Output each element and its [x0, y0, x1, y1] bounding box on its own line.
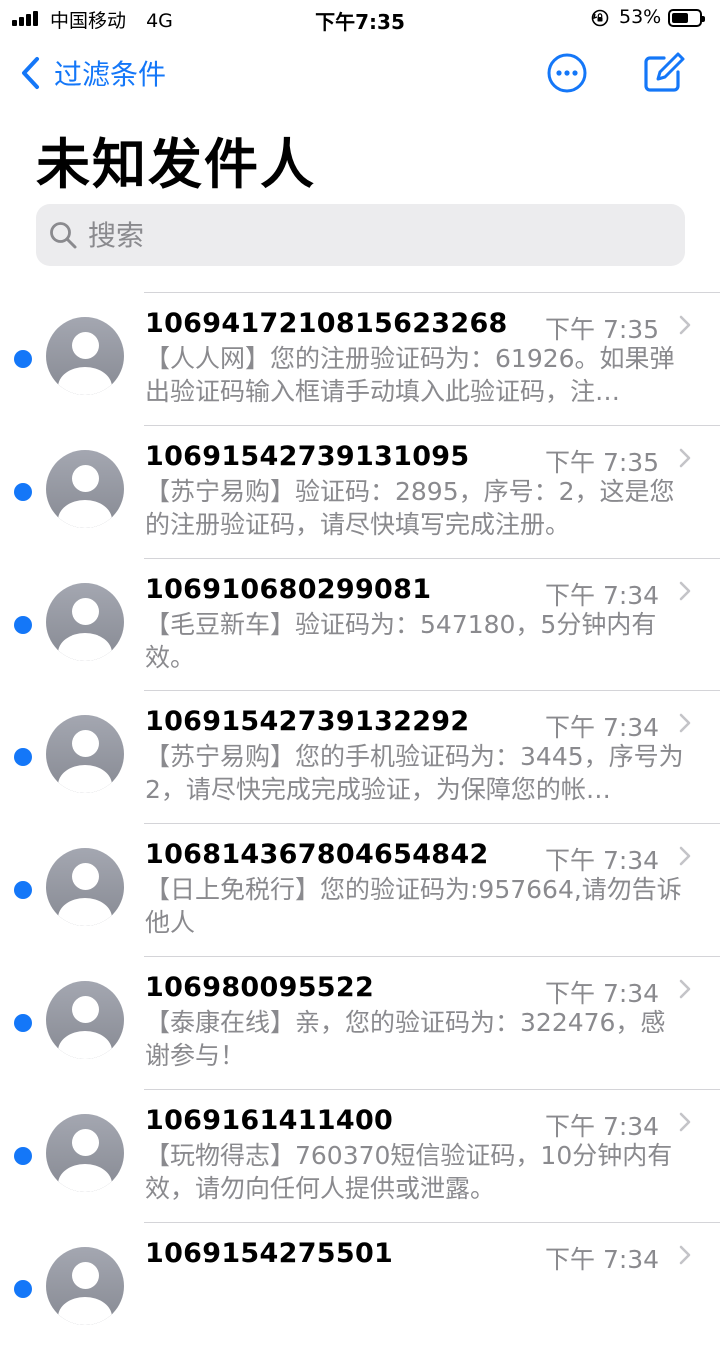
message-preview: 【泰康在线】亲，您的验证码为：322476，感谢参与！ — [145, 1007, 666, 1070]
message-sender: 106814367804654842 — [145, 839, 489, 871]
chevron-right-icon — [679, 979, 691, 999]
message-row[interactable]: 1069161411400 下午 7:34 【玩物得志】760370短信验证码，… — [0, 1088, 720, 1222]
more-options-icon[interactable] — [546, 52, 588, 94]
message-sender: 10691542739131095 — [145, 440, 470, 472]
contact-avatar-icon — [46, 317, 124, 395]
message-sender: 1069154275501 — [145, 1237, 394, 1269]
message-time: 下午 7:34 — [545, 713, 660, 743]
message-preview: 【毛豆新车】验证码为：547180，5分钟内有效。 — [145, 609, 657, 672]
message-preview: 【日上免税行】您的验证码为:957664,请勿告诉他人 — [145, 875, 682, 938]
back-button-label: 过滤条件 — [54, 58, 167, 91]
message-preview: 【人人网】您的注册验证码为：61926。如果弹出验证码输入框请手动填入此验证码，… — [145, 344, 675, 406]
orientation-lock-icon — [591, 9, 609, 27]
message-row[interactable]: 1069417210815623268 下午 7:35 【人人网】您的注册验证码… — [0, 292, 720, 425]
contact-avatar-icon — [46, 1113, 124, 1192]
unread-indicator-icon — [14, 1279, 32, 1298]
message-sender: 10691542739132292 — [145, 706, 470, 738]
chevron-right-icon — [679, 1112, 691, 1132]
status-bar: 中国移动 4G 下午7:35 53% — [0, 0, 720, 40]
search-bar[interactable] — [36, 204, 685, 266]
chevron-right-icon — [679, 448, 691, 468]
message-time: 下午 7:34 — [545, 580, 660, 610]
contact-avatar-icon — [46, 449, 124, 528]
contact-avatar-icon — [46, 848, 124, 927]
row-divider — [144, 690, 720, 692]
unread-indicator-icon — [14, 350, 32, 368]
message-preview: 【玩物得志】760370短信验证码，10分钟内有效，请勿向任何人提供或泄露。 — [145, 1140, 673, 1203]
message-time: 下午 7:34 — [545, 1111, 660, 1141]
status-time: 下午7:35 — [315, 10, 405, 34]
row-divider — [144, 292, 720, 293]
chevron-right-icon — [679, 581, 691, 600]
message-time: 下午 7:35 — [545, 447, 660, 477]
chevron-right-icon — [679, 1245, 691, 1264]
unread-indicator-icon — [14, 615, 32, 634]
back-button[interactable]: 过滤条件 — [18, 52, 166, 94]
message-sender: 106980095522 — [145, 971, 375, 1003]
chevron-left-icon — [22, 57, 39, 89]
message-row[interactable]: 106814367804654842 下午 7:34 【日上免税行】您的验证码为… — [0, 823, 720, 956]
contact-avatar-icon — [46, 582, 124, 661]
message-sender: 106910680299081 — [145, 573, 432, 605]
row-divider — [144, 823, 720, 825]
message-time: 下午 7:34 — [545, 1244, 660, 1274]
message-row[interactable]: 106910680299081 下午 7:34 【毛豆新车】验证码为：54718… — [0, 557, 720, 691]
unread-indicator-icon — [14, 482, 32, 501]
message-time: 下午 7:34 — [545, 846, 660, 876]
message-preview: 【苏宁易购】验证码：2895，序号：2，这是您的注册验证码，请尽快填写完成注册。 — [145, 476, 675, 539]
row-divider — [144, 1221, 720, 1223]
unread-indicator-icon — [14, 1013, 32, 1032]
search-icon — [50, 222, 77, 249]
chevron-right-icon — [679, 315, 691, 335]
row-divider — [144, 955, 720, 957]
page-title: 未知发件人 — [36, 133, 316, 196]
message-row[interactable]: 106980095522 下午 7:34 【泰康在线】亲，您的验证码为：3224… — [0, 955, 720, 1089]
battery-percent: 53% — [619, 6, 662, 28]
message-sender: 1069161411400 — [145, 1104, 394, 1136]
message-row[interactable]: 10691542739131095 下午 7:35 【苏宁易购】验证码：2895… — [0, 424, 720, 558]
message-time: 下午 7:34 — [545, 978, 660, 1008]
chevron-right-icon — [679, 846, 691, 866]
row-divider — [144, 1088, 720, 1090]
message-list: 1069417210815623268 下午 7:35 【人人网】您的注册验证码… — [0, 292, 720, 1354]
unread-indicator-icon — [14, 881, 32, 900]
contact-avatar-icon — [46, 980, 124, 1059]
compose-icon[interactable] — [640, 50, 686, 96]
message-row[interactable]: 10691542739132292 下午 7:34 【苏宁易购】您的手机验证码为… — [0, 690, 720, 823]
chevron-right-icon — [679, 714, 691, 733]
message-preview: 【苏宁易购】您的手机验证码为：3445，序号为2，请尽快完成完成验证，为保障您的… — [145, 742, 684, 805]
row-divider — [144, 424, 720, 426]
message-sender: 1069417210815623268 — [145, 308, 508, 339]
message-row[interactable]: 1069154275501 下午 7:34 — [0, 1221, 720, 1354]
battery-icon — [668, 9, 705, 27]
search-input[interactable] — [86, 217, 650, 253]
unread-indicator-icon — [14, 748, 32, 767]
row-divider — [144, 557, 720, 559]
unread-indicator-icon — [14, 1146, 32, 1165]
contact-avatar-icon — [46, 1246, 124, 1325]
message-time: 下午 7:35 — [545, 315, 660, 344]
contact-avatar-icon — [46, 715, 124, 794]
